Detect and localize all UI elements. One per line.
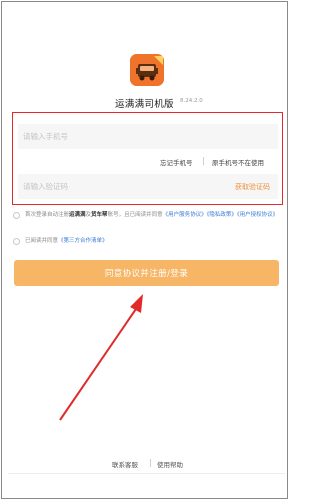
third-party-checkbox[interactable]	[13, 238, 20, 245]
user-auth-link[interactable]: 《用户授权协议》	[237, 212, 278, 218]
app-logo	[130, 54, 164, 86]
user-service-link[interactable]: 《用户服务协议》	[163, 212, 207, 218]
app-screen: 运满满司机版 8.24.2.0 忘记手机号 原手机号不在使用 获取验证码 首次登…	[1, 1, 288, 499]
forgot-phone-link[interactable]: 忘记手机号	[160, 157, 193, 167]
code-input[interactable]	[18, 174, 198, 199]
agreement-checkbox[interactable]	[13, 212, 20, 219]
third-party-link[interactable]: 《第三方合作清单》	[58, 238, 108, 244]
phone-input[interactable]	[18, 124, 198, 149]
contact-support-link[interactable]: 联系客服	[112, 459, 138, 469]
bottom-divider	[8, 473, 285, 474]
brand-hcb: 货车帮	[91, 212, 108, 218]
phone-input-row	[18, 124, 278, 149]
third-party-prefix: 已阅读并同意	[25, 238, 59, 244]
brand-ymm: 运满满	[69, 212, 86, 218]
app-name: 运满满司机版	[115, 99, 174, 110]
help-link[interactable]: 使用帮助	[157, 459, 183, 469]
agreement-text: 首次登录自动注册运满满及货车帮账号，且已阅读并同意《用户服务协议》《隐私政策》《…	[25, 209, 280, 221]
privacy-link[interactable]: 《隐私政策》	[207, 212, 237, 218]
phone-not-in-use-link[interactable]: 原手机号不在使用	[212, 157, 264, 167]
agreement-prefix: 首次登录自动注册	[25, 212, 70, 218]
truck-icon	[130, 54, 164, 86]
app-version: 8.24.2.0	[180, 98, 203, 104]
agreement-mid: 账号，且已阅读并同意	[107, 212, 163, 218]
code-input-row: 获取验证码	[18, 174, 278, 199]
third-party-text: 已阅读并同意《第三方合作清单》	[25, 235, 280, 247]
link-divider	[203, 157, 204, 165]
get-code-button[interactable]: 获取验证码	[235, 182, 270, 192]
footer-divider	[150, 459, 151, 467]
register-login-button[interactable]: 同意协议并注册/登录	[14, 260, 279, 286]
